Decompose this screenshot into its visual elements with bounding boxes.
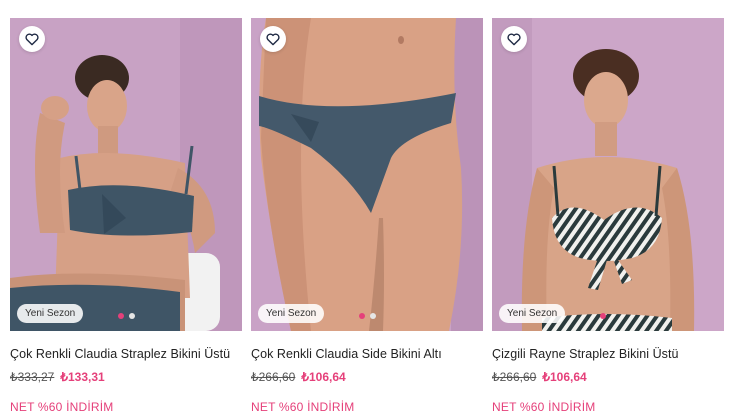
product-photo-illustration — [251, 18, 483, 331]
sale-price: ₺106,64 — [301, 370, 346, 384]
carousel-dot-active[interactable] — [359, 313, 365, 319]
product-photo-illustration — [492, 18, 724, 331]
product-image[interactable]: Yeni Sezon — [10, 18, 242, 331]
original-price: ₺266,60 — [251, 370, 296, 384]
original-price: ₺333,27 — [10, 370, 55, 384]
image-carousel-dots — [118, 313, 135, 319]
product-title[interactable]: Çok Renkli Claudia Straplez Bikini Üstü — [10, 347, 242, 361]
discount-label: NET %60 İNDİRİM — [251, 400, 355, 414]
carousel-dot-active[interactable] — [600, 313, 606, 319]
favorite-button[interactable] — [19, 26, 45, 52]
heart-outline-icon — [507, 33, 521, 46]
product-grid: Yeni Sezon Çok Renkli Claudia Straplez B… — [0, 0, 730, 420]
product-image[interactable]: Yeni Sezon — [251, 18, 483, 331]
carousel-dot[interactable] — [370, 313, 376, 319]
product-card[interactable]: Yeni Sezon Çok Renkli Claudia Straplez B… — [10, 18, 242, 414]
sale-price: ₺133,31 — [60, 370, 105, 384]
image-carousel-dots — [600, 313, 606, 319]
heart-outline-icon — [25, 33, 39, 46]
discount-label: NET %60 İNDİRİM — [492, 400, 596, 414]
new-season-badge: Yeni Sezon — [499, 304, 566, 323]
product-photo-illustration — [10, 18, 242, 331]
product-title[interactable]: Çizgili Rayne Straplez Bikini Üstü — [492, 347, 724, 361]
discount-label: NET %60 İNDİRİM — [10, 400, 114, 414]
favorite-button[interactable] — [260, 26, 286, 52]
price-row: ₺266,60 ₺106,64 — [251, 370, 483, 384]
heart-outline-icon — [266, 33, 280, 46]
new-season-badge: Yeni Sezon — [17, 304, 84, 323]
sale-price: ₺106,64 — [542, 370, 587, 384]
original-price: ₺266,60 — [492, 370, 537, 384]
price-row: ₺333,27 ₺133,31 — [10, 370, 242, 384]
carousel-dot[interactable] — [129, 313, 135, 319]
new-season-badge: Yeni Sezon — [258, 304, 325, 323]
product-title[interactable]: Çok Renkli Claudia Side Bikini Altı — [251, 347, 483, 361]
favorite-button[interactable] — [501, 26, 527, 52]
carousel-dot-active[interactable] — [118, 313, 124, 319]
price-row: ₺266,60 ₺106,64 — [492, 370, 724, 384]
product-image[interactable]: Yeni Sezon — [492, 18, 724, 331]
image-carousel-dots — [359, 313, 376, 319]
product-card[interactable]: Yeni Sezon Çok Renkli Claudia Side Bikin… — [251, 18, 483, 414]
product-card[interactable]: Yeni Sezon Çizgili Rayne Straplez Bikini… — [492, 18, 724, 414]
